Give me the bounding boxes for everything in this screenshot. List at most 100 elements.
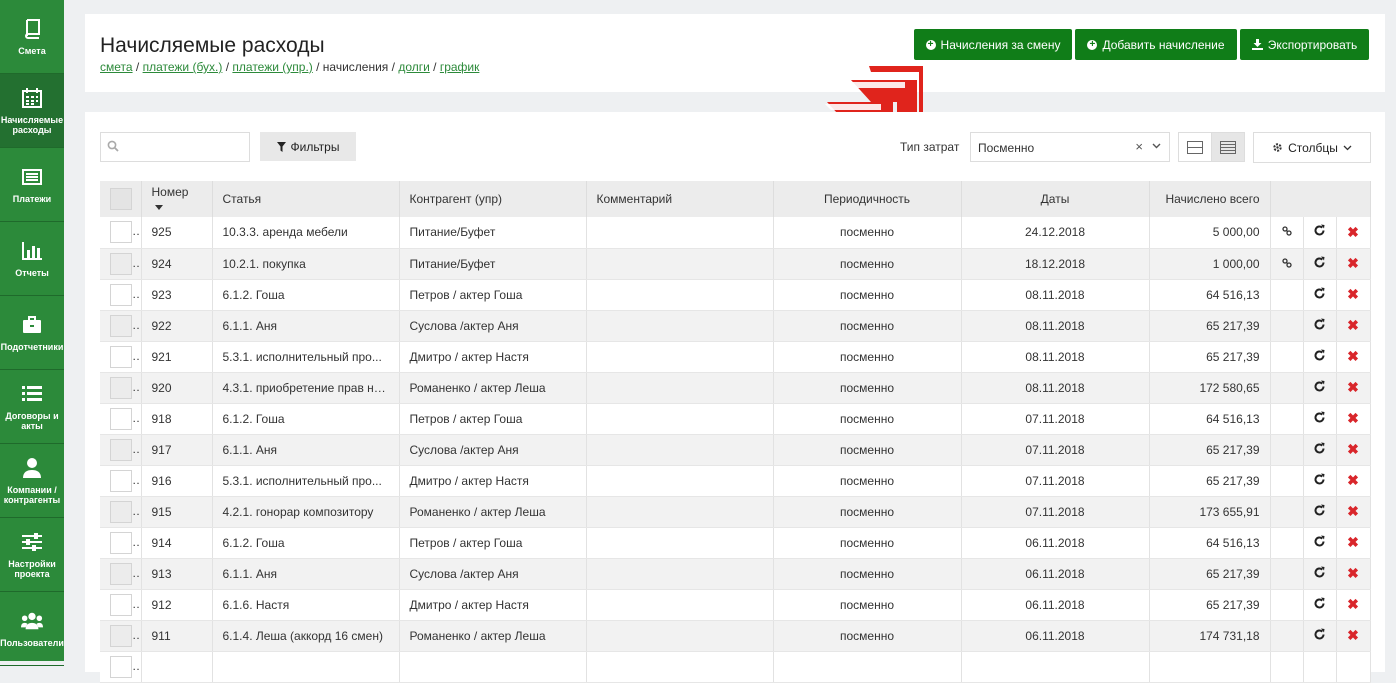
- refresh-icon[interactable]: [1313, 628, 1326, 641]
- column-header-periodicity[interactable]: Периодичность: [773, 181, 962, 217]
- link-icon[interactable]: [1281, 257, 1292, 268]
- refresh-icon[interactable]: [1313, 597, 1326, 610]
- table-row[interactable]: 911 6.1.4. Леша (аккорд 16 смен) Романенко…: [100, 620, 1371, 652]
- row-checkbox[interactable]: [110, 624, 132, 647]
- delete-icon[interactable]: ✖: [1347, 286, 1359, 303]
- table-row[interactable]: 925 10.3.3. аренда мебели Питание/Буфет пос…: [100, 217, 1371, 249]
- table-row[interactable]: 917 6.1.1. Аня Суслова /актер Аня посменно 0…: [100, 434, 1371, 466]
- row-checkbox[interactable]: [110, 376, 132, 399]
- row-checkbox[interactable]: [110, 438, 132, 461]
- table-row[interactable]: [100, 651, 1371, 683]
- refresh-icon[interactable]: [1313, 256, 1326, 269]
- row-checkbox[interactable]: [110, 655, 132, 678]
- refresh-icon[interactable]: [1313, 411, 1326, 424]
- sidebar-item-0[interactable]: Смета: [0, 0, 64, 74]
- table-row[interactable]: 921 5.3.1. исполнительный про... Дмитро / …: [100, 341, 1371, 373]
- refresh-icon[interactable]: [1313, 380, 1326, 393]
- delete-icon[interactable]: ✖: [1347, 224, 1359, 241]
- delete-icon[interactable]: ✖: [1347, 255, 1359, 272]
- delete-icon[interactable]: ✖: [1347, 410, 1359, 427]
- table-row[interactable]: 920 4.3.1. приобретение прав на... Романен…: [100, 372, 1371, 404]
- breadcrumb-link-chart[interactable]: график: [440, 60, 480, 74]
- table-row[interactable]: 924 10.2.1. покупка Питание/Буфет посменно 1…: [100, 248, 1371, 280]
- column-header-total[interactable]: Начислено всего: [1149, 181, 1271, 217]
- delete-icon[interactable]: ✖: [1347, 565, 1359, 582]
- row-checkbox[interactable]: [110, 345, 132, 368]
- column-header-comment[interactable]: Комментарий: [586, 181, 774, 217]
- search-input[interactable]: [125, 137, 247, 157]
- sidebar-item-7[interactable]: Настройки проекта: [0, 518, 64, 592]
- delete-icon[interactable]: ✖: [1347, 627, 1359, 644]
- refresh-icon[interactable]: [1313, 224, 1326, 237]
- table-row[interactable]: 912 6.1.6. Настя Дмитро / актер Настя посме…: [100, 589, 1371, 621]
- sidebar-item-1[interactable]: Начисляемые расходы: [0, 74, 64, 148]
- row-checkbox[interactable]: [110, 221, 132, 244]
- row-select-cell: [100, 341, 142, 373]
- refresh-icon[interactable]: [1313, 473, 1326, 486]
- table-row[interactable]: 913 6.1.1. Аня Суслова /актер Аня посменно 0…: [100, 558, 1371, 590]
- chevron-down-icon[interactable]: [1152, 141, 1161, 150]
- row-checkbox[interactable]: [110, 252, 132, 275]
- filters-button[interactable]: Фильтры: [260, 132, 356, 161]
- breadcrumb-link-debts[interactable]: долги: [398, 60, 430, 74]
- view-compact-button[interactable]: [1178, 132, 1212, 162]
- refresh-icon[interactable]: [1313, 349, 1326, 362]
- delete-icon[interactable]: ✖: [1347, 441, 1359, 458]
- column-header-article[interactable]: Статья: [212, 181, 400, 217]
- delete-icon[interactable]: ✖: [1347, 534, 1359, 551]
- link-icon[interactable]: [1281, 226, 1292, 236]
- clear-icon[interactable]: ×: [1135, 139, 1143, 154]
- table-row[interactable]: 923 6.1.2. Гоша Петров / актер Гоша посменн…: [100, 279, 1371, 311]
- table-row[interactable]: 915 4.2.1. гонорар композитору Романенко /…: [100, 496, 1371, 528]
- sidebar-item-2[interactable]: Платежи: [0, 148, 64, 222]
- sidebar-item-5[interactable]: Договоры и акты: [0, 370, 64, 444]
- sidebar-item-3[interactable]: Отчеты: [0, 222, 64, 296]
- row-select-cell: [100, 651, 142, 683]
- refresh-cell: [1303, 496, 1337, 528]
- delete-icon[interactable]: ✖: [1347, 379, 1359, 396]
- breadcrumb-link-smeta[interactable]: смета: [100, 60, 133, 74]
- delete-icon[interactable]: ✖: [1347, 596, 1359, 613]
- export-button[interactable]: Экспортировать: [1240, 29, 1369, 60]
- breadcrumb-link-payments-acc[interactable]: платежи (бух.): [143, 60, 223, 74]
- row-checkbox[interactable]: [110, 500, 132, 523]
- refresh-icon[interactable]: [1313, 287, 1326, 300]
- sidebar-item-4[interactable]: Подотчетники: [0, 296, 64, 370]
- cell-periodicity: посменно: [773, 496, 962, 528]
- table-row[interactable]: 918 6.1.2. Гоша Петров / актер Гоша посменн…: [100, 403, 1371, 435]
- cost-type-select[interactable]: Посменно ×: [970, 132, 1170, 162]
- column-header-dates[interactable]: Даты: [961, 181, 1150, 217]
- row-checkbox[interactable]: [110, 469, 132, 492]
- delete-icon[interactable]: ✖: [1347, 317, 1359, 334]
- delete-icon[interactable]: ✖: [1347, 472, 1359, 489]
- cell-date: [961, 651, 1150, 683]
- column-header-number[interactable]: Номер: [141, 181, 213, 217]
- row-checkbox[interactable]: [110, 562, 132, 585]
- column-header-counterparty[interactable]: Контрагент (упр): [399, 181, 587, 217]
- cell-periodicity: посменно: [773, 279, 962, 311]
- delete-icon[interactable]: ✖: [1347, 503, 1359, 520]
- table-row[interactable]: 914 6.1.2. Гоша Петров / актер Гоша посменн…: [100, 527, 1371, 559]
- refresh-icon[interactable]: [1313, 535, 1326, 548]
- shift-accruals-button[interactable]: + Начисления за смену: [914, 29, 1072, 60]
- add-accrual-button[interactable]: + Добавить начисление: [1075, 29, 1237, 60]
- row-checkbox[interactable]: [110, 407, 132, 430]
- sidebar-item-8[interactable]: Пользователи: [0, 592, 64, 666]
- sidebar-item-6[interactable]: Компании / контрагенты: [0, 444, 64, 518]
- delete-icon[interactable]: ✖: [1347, 348, 1359, 365]
- table-row[interactable]: 922 6.1.1. Аня Суслова /актер Аня посменно 0…: [100, 310, 1371, 342]
- refresh-icon[interactable]: [1313, 504, 1326, 517]
- refresh-icon[interactable]: [1313, 442, 1326, 455]
- select-all-checkbox[interactable]: [110, 188, 132, 210]
- row-checkbox[interactable]: [110, 593, 132, 616]
- breadcrumb-link-payments-mgmt[interactable]: платежи (упр.): [232, 60, 312, 74]
- table-row[interactable]: 916 5.3.1. исполнительный про... Дмитро / …: [100, 465, 1371, 497]
- cell-date: 06.11.2018: [961, 558, 1150, 590]
- row-checkbox[interactable]: [110, 531, 132, 554]
- columns-button[interactable]: Столбцы: [1253, 132, 1371, 163]
- row-checkbox[interactable]: [110, 283, 132, 306]
- refresh-icon[interactable]: [1313, 318, 1326, 331]
- row-checkbox[interactable]: [110, 314, 132, 337]
- refresh-icon[interactable]: [1313, 566, 1326, 579]
- view-list-button[interactable]: [1211, 132, 1245, 162]
